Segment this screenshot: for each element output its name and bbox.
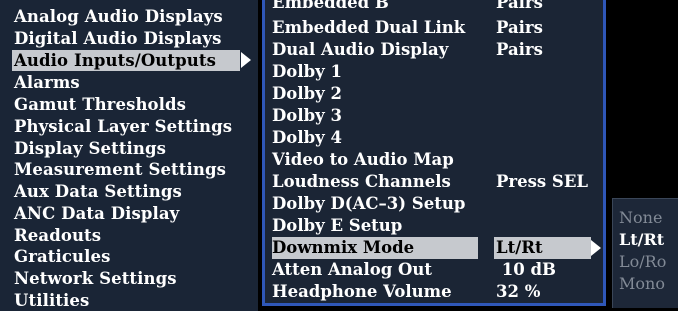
submenu-row-loudness-channels[interactable]: Loudness Channels Press SEL bbox=[265, 171, 605, 193]
menu-item-aux-data-settings[interactable]: Aux Data Settings bbox=[14, 181, 252, 202]
submenu-label: Dolby D(AC–3) Setup bbox=[272, 194, 466, 213]
submenu-row-video-to-audio-map[interactable]: Video to Audio Map bbox=[265, 149, 605, 171]
submenu-row-dolby-d-setup[interactable]: Dolby D(AC–3) Setup bbox=[265, 193, 605, 215]
menu-item-digital-audio-displays[interactable]: Digital Audio Displays bbox=[14, 28, 252, 49]
menu-item-physical-layer-settings[interactable]: Physical Layer Settings bbox=[14, 116, 252, 137]
main-menu-panel: Analog Audio Displays Digital Audio Disp… bbox=[0, 0, 258, 311]
menu-item-display-settings[interactable]: Display Settings bbox=[14, 138, 252, 159]
option-lo-ro[interactable]: Lo/Ro bbox=[619, 251, 666, 273]
menu-item-anc-data-display[interactable]: ANC Data Display bbox=[14, 203, 252, 224]
menu-item-audio-inputs-outputs[interactable]: Audio Inputs/Outputs bbox=[12, 50, 240, 71]
menu-item-alarms[interactable]: Alarms bbox=[14, 72, 252, 93]
submenu-row-dual-audio-display[interactable]: Dual Audio Display Pairs bbox=[265, 39, 605, 61]
submenu-label: Downmix Mode bbox=[272, 237, 478, 259]
submenu-value bbox=[496, 105, 591, 127]
submenu-row-dolby-4[interactable]: Dolby 4 bbox=[265, 127, 605, 149]
submenu-label: Dolby 3 bbox=[272, 106, 342, 125]
submenu-value: 10 dB bbox=[496, 260, 556, 279]
submenu-label: Video to Audio Map bbox=[272, 150, 454, 169]
submenu-label: Dolby 4 bbox=[272, 128, 342, 147]
submenu-value bbox=[496, 127, 591, 149]
submenu-row-dolby-2[interactable]: Dolby 2 bbox=[265, 83, 605, 105]
submenu-label: Embedded B bbox=[272, 0, 389, 12]
submenu-label: Headphone Volume bbox=[272, 282, 452, 301]
downmix-options-panel: None Lt/Rt Lo/Ro Mono bbox=[612, 198, 678, 308]
submenu-value: Pairs bbox=[496, 40, 543, 59]
submenu-label: Atten Analog Out bbox=[272, 260, 433, 279]
submenu-arrow-icon bbox=[241, 52, 251, 68]
submenu-label: Dolby 2 bbox=[272, 84, 342, 103]
submenu-row-headphone-volume[interactable]: Headphone Volume 32 % bbox=[265, 281, 605, 303]
menu-item-measurement-settings[interactable]: Measurement Settings bbox=[14, 159, 252, 180]
submenu-row-embedded-b[interactable]: Embedded B Pairs bbox=[265, 0, 605, 14]
submenu-value: 32 % bbox=[496, 282, 541, 301]
submenu-row-atten-analog-out[interactable]: Atten Analog Out 10 dB bbox=[265, 259, 605, 281]
submenu-value: Pairs bbox=[496, 18, 543, 37]
submenu-row-dolby-3[interactable]: Dolby 3 bbox=[265, 105, 605, 127]
menu-item-readouts[interactable]: Readouts bbox=[14, 225, 252, 246]
menu-item-analog-audio-displays[interactable]: Analog Audio Displays bbox=[14, 6, 252, 27]
submenu-value bbox=[496, 193, 591, 215]
option-mono[interactable]: Mono bbox=[619, 273, 665, 295]
submenu-arrow-icon bbox=[591, 240, 601, 256]
submenu-label: Embedded Dual Link bbox=[272, 18, 466, 37]
submenu-row-embedded-dual-link[interactable]: Embedded Dual Link Pairs bbox=[265, 17, 605, 39]
submenu-value bbox=[496, 83, 591, 105]
submenu-value bbox=[496, 149, 591, 171]
submenu-row-downmix-mode[interactable]: Downmix Mode Lt/Rt bbox=[265, 237, 605, 259]
option-none[interactable]: None bbox=[619, 207, 662, 229]
option-lt-rt[interactable]: Lt/Rt bbox=[619, 229, 664, 251]
menu-item-graticules[interactable]: Graticules bbox=[14, 246, 252, 267]
menu-item-gamut-thresholds[interactable]: Gamut Thresholds bbox=[14, 94, 252, 115]
submenu-value bbox=[496, 61, 591, 83]
menu-item-utilities[interactable]: Utilities bbox=[14, 290, 252, 311]
submenu-value: Press SEL bbox=[496, 172, 589, 191]
submenu-row-dolby-1[interactable]: Dolby 1 bbox=[265, 61, 605, 83]
submenu-label: Loudness Channels bbox=[272, 172, 451, 191]
audio-io-submenu-panel: Embedded B Pairs Embedded Dual Link Pair… bbox=[262, 0, 606, 306]
submenu-value bbox=[496, 215, 591, 237]
menu-item-network-settings[interactable]: Network Settings bbox=[14, 268, 252, 289]
submenu-label: Dolby E Setup bbox=[272, 216, 403, 235]
submenu-label: Dual Audio Display bbox=[272, 40, 449, 59]
submenu-value: Lt/Rt bbox=[494, 237, 591, 259]
submenu-label: Dolby 1 bbox=[272, 62, 342, 81]
submenu-row-dolby-e-setup[interactable]: Dolby E Setup bbox=[265, 215, 605, 237]
submenu-value: Pairs bbox=[496, 0, 543, 12]
